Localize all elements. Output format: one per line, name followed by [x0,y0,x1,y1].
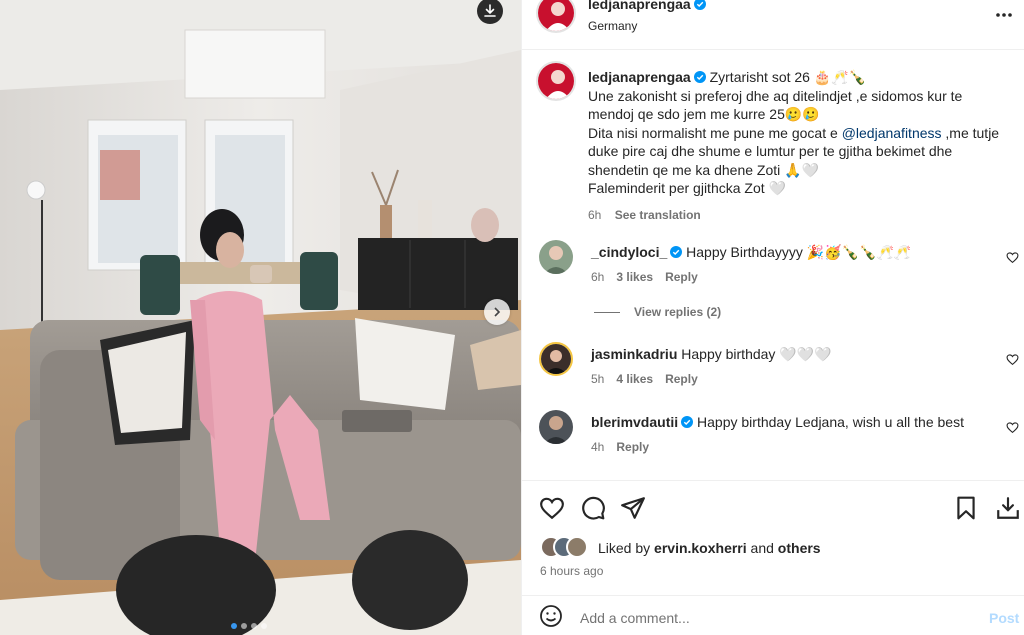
author-username[interactable]: ledjanaprengaa [588,0,691,12]
carousel-dot-2[interactable] [241,623,247,629]
mention-link[interactable]: @ledjanafitness [842,125,942,141]
view-replies-button[interactable]: View replies (2) [594,305,721,319]
liked-by-user[interactable]: ervin.koxherri [654,540,747,556]
view-replies-label: View replies (2) [634,305,722,319]
commenter-avatar[interactable] [539,240,573,274]
comment-likes[interactable]: 4 likes [616,372,653,386]
caption-line-3: Dita nisi normalisht me pune me gocat e … [588,124,1008,180]
commenter-username[interactable]: jasminkadriu [591,346,677,362]
heart-icon[interactable] [1006,251,1019,264]
comment-time[interactable]: 5h [591,372,604,386]
add-comment-bar: Add a comment... Post [522,595,1024,635]
caption-line-1: Zyrtarisht sot 26 🎂🥂🍾 [709,69,867,85]
liked-by-connector: and [750,540,774,556]
reply-button[interactable]: Reply [665,372,698,386]
post-header: ledjanaprengaa Germany [522,0,1024,50]
send-icon[interactable] [620,495,646,521]
more-horizontal-icon[interactable] [994,5,1014,25]
comment-icon[interactable] [580,495,606,521]
post-photo[interactable] [0,0,521,635]
post-details-panel: ledjanaprengaa Germany ledjanaprengaa Zy… [521,0,1024,635]
carousel-dots [231,623,267,629]
commenter-username[interactable]: blerimvdautii [591,414,678,430]
verified-badge-icon [681,416,694,428]
caption-line-2: Une zakonisht si preferoj dhe aq ditelin… [588,87,963,123]
emoji-icon[interactable] [539,604,563,628]
post-time-ago[interactable]: 6 hours ago [540,564,603,578]
see-translation-link[interactable]: See translation [615,208,701,222]
caption-line-3-start: Dita nisi normalisht me pune me gocat e [588,124,842,141]
carousel-dot-4[interactable] [261,623,267,629]
room-photo [0,0,521,635]
bookmark-icon[interactable] [953,495,979,521]
comment-text: Happy birthday 🤍🤍🤍 [681,346,832,362]
post-caption: ledjanaprengaa Zyrtarisht sot 26 🎂🥂🍾 Une… [588,68,1008,224]
reply-button[interactable]: Reply [616,440,649,454]
carousel-next-button[interactable] [484,299,510,325]
caption-username[interactable]: ledjanaprengaa [588,69,691,85]
comment-input[interactable]: Add a comment... [580,610,690,626]
post-location[interactable]: Germany [588,19,637,33]
verified-badge-icon [670,246,683,258]
commenter-avatar[interactable] [539,410,573,444]
heart-icon[interactable] [539,495,565,521]
commenter-username[interactable]: _cindyloci_ [591,244,667,260]
verified-badge-icon [693,71,706,83]
caption-line-4: Faleminderit per gjithcka Zot 🤍 [588,180,786,196]
heart-icon[interactable] [1006,353,1019,366]
comment-text: Happy birthday Ledjana, wish u all the b… [697,414,964,430]
carousel-dot-3[interactable] [251,623,257,629]
author-avatar[interactable] [536,0,576,33]
comment-time[interactable]: 4h [591,440,604,454]
download-icon [484,4,496,17]
liked-by-others[interactable]: others [778,540,821,556]
liked-by-prefix: Liked by [598,540,651,556]
reply-button[interactable]: Reply [665,270,698,284]
verified-badge-icon [693,0,706,10]
carousel-dot-1[interactable] [231,623,237,629]
post-comment-button[interactable]: Post [989,610,1019,626]
chevron-right-icon [494,307,501,317]
action-bar [522,480,1024,530]
download-tray-icon[interactable] [995,495,1021,521]
comment-likes[interactable]: 3 likes [616,270,653,284]
caption-time[interactable]: 6h [588,208,601,222]
commenter-avatar[interactable] [539,342,573,376]
caption-avatar[interactable] [536,61,576,101]
comment-time[interactable]: 6h [591,270,604,284]
liker-avatar [566,536,588,558]
comment-text: Happy Birthdayyyy 🎉🥳🍾🍾🥂🥂 [686,244,912,260]
heart-icon[interactable] [1006,421,1019,434]
